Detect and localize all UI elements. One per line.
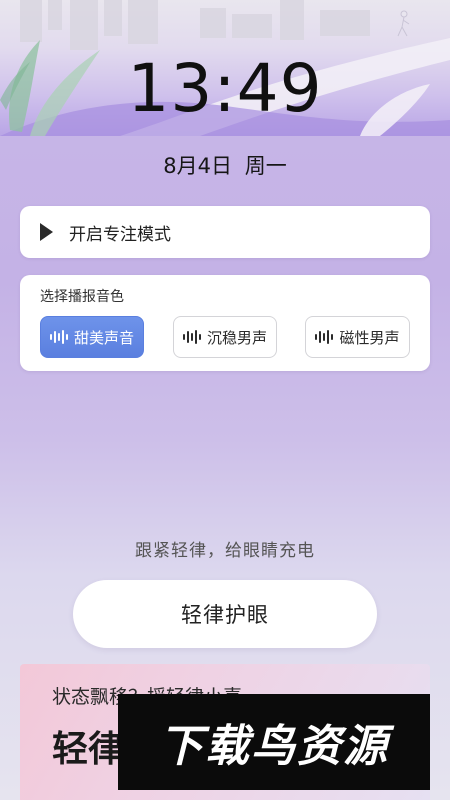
sound-wave-icon [49,330,68,344]
watermark-logo: 下载鸟资源 [118,694,430,790]
play-icon [40,223,53,241]
voice-option-steady-male[interactable]: 沉稳男声 [173,316,277,358]
voice-option-sweet[interactable]: 甜美声音 [40,316,144,358]
date-display: 8月4日 周一 [0,150,450,180]
tagline-text: 跟紧轻律，给眼睛充电 [135,541,315,561]
date-day: 8月4日 [163,154,233,178]
voice-option-magnetic-male[interactable]: 磁性男声 [305,316,410,358]
sound-wave-icon [182,330,201,344]
sound-wave-icon [315,330,334,344]
focus-mode-button[interactable]: 开启专注模式 [20,206,430,258]
promo-headline: 轻律 [52,729,125,770]
voice-option-label: 磁性男声 [339,328,400,347]
eye-care-start-button[interactable]: 轻律护眼 [73,580,377,648]
clock-time: 13:49 [127,50,323,127]
voice-selector-card: 选择播报音色 甜美声音 沉稳男声 磁性男声 [20,275,430,371]
date-weekday: 周一 [244,154,287,178]
voice-option-label: 沉稳男声 [206,328,267,347]
voice-option-label: 甜美声音 [73,328,134,347]
voice-selector-title: 选择播报音色 [40,289,124,305]
focus-mode-label: 开启专注模式 [69,224,171,245]
